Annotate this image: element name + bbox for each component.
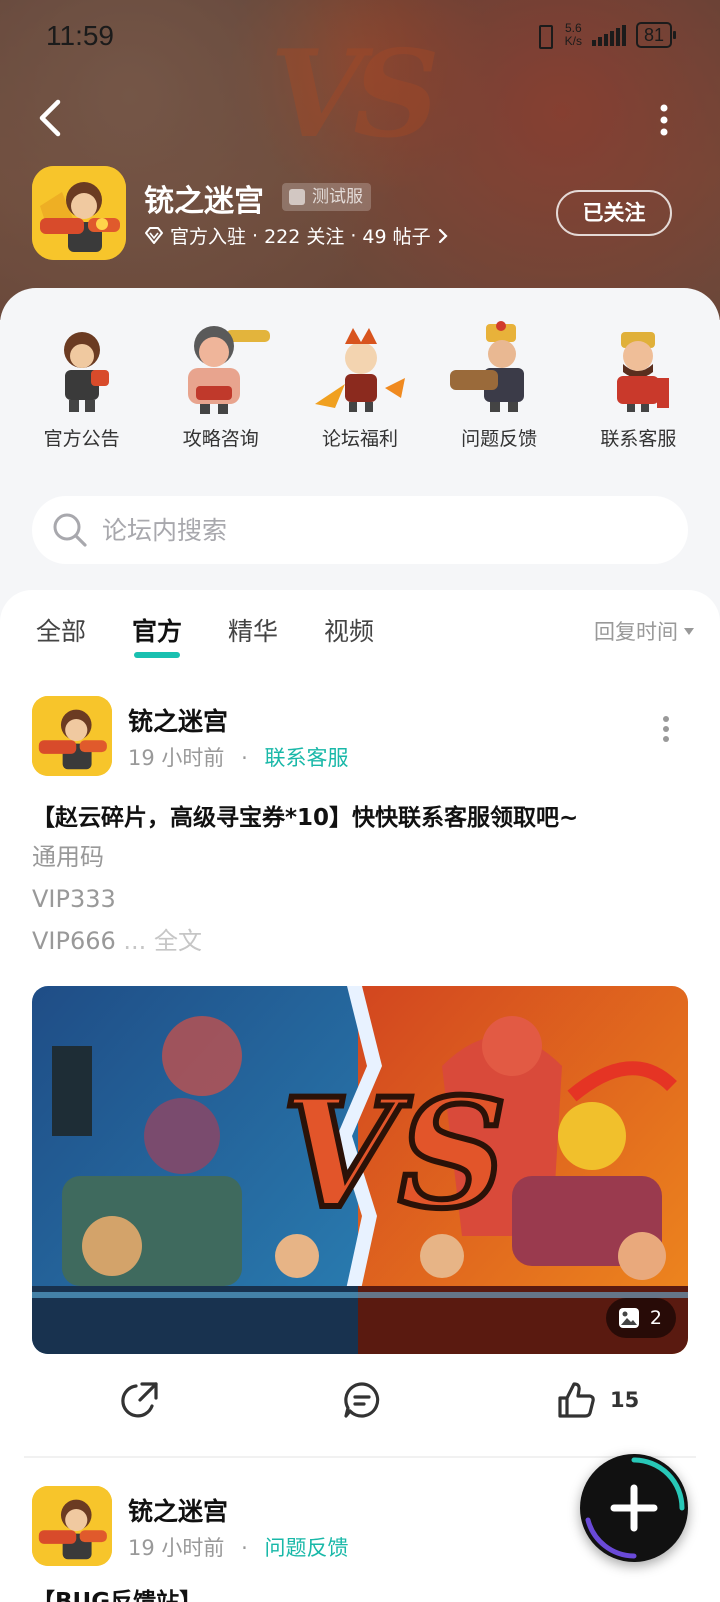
official-label: 官方入驻: [170, 226, 247, 248]
image-icon: [618, 1308, 639, 1328]
sort-label: 回复时间: [594, 620, 678, 644]
forum-banner: VS 11:59 5.6 K/s 81 铳之迷宫 测试服 官方入驻 · 222 …: [0, 0, 720, 320]
test-server-label: 测试服: [312, 187, 363, 207]
forum-search[interactable]: [32, 496, 688, 564]
tab-video[interactable]: 视频: [324, 612, 374, 658]
forum-name: 铳之迷宫: [144, 184, 264, 219]
post-image[interactable]: VS 2: [32, 986, 688, 1354]
avatar[interactable]: [32, 1486, 112, 1566]
meta-separator: ·: [241, 1536, 248, 1560]
post-body[interactable]: 通用码 VIP333 VIP666 ... 全文: [32, 836, 202, 962]
shortcut-label: 联系客服: [600, 428, 677, 450]
like-icon: [558, 1382, 595, 1418]
shortcut-feedback[interactable]: 问题反馈: [434, 318, 564, 451]
shortcut-grid: 官方公告 攻略咨询 论坛福利 问题反馈 联系客服: [0, 318, 720, 451]
post-feed: 全部 官方 精华 视频 回复时间 铳之迷宫 19 小时前 · 联系客服 【赵云碎…: [0, 590, 720, 1602]
meta-separator: ·: [350, 224, 357, 247]
chevron-right-icon: [438, 228, 448, 243]
ellipsis: ...: [123, 927, 147, 955]
more-options-button[interactable]: [654, 100, 674, 140]
post-body-line: 通用码: [32, 843, 104, 871]
feedback-character-icon: [444, 318, 554, 418]
status-bar: 11:59 5.6 K/s 81: [0, 18, 720, 58]
full-text-link[interactable]: 全文: [154, 927, 202, 955]
like-count: 15: [610, 1388, 640, 1412]
post-category[interactable]: 问题反馈: [264, 1536, 348, 1560]
back-button[interactable]: [30, 96, 74, 140]
tab-official[interactable]: 官方: [132, 612, 182, 658]
share-icon: [121, 1382, 158, 1418]
sort-dropdown[interactable]: 回复时间: [594, 616, 694, 646]
post-body-text: VIP666: [32, 927, 116, 955]
caret-down-icon: [684, 628, 694, 635]
more-vertical-icon: [660, 104, 668, 136]
post-time: 19 小时前: [128, 746, 225, 770]
plus-icon: [585, 1457, 685, 1559]
status-time: 11:59: [46, 20, 114, 51]
shortcut-label: 问题反馈: [461, 428, 538, 450]
network-speed-value: 5.6: [564, 21, 582, 35]
shortcut-customer-service[interactable]: 联系客服: [573, 318, 703, 451]
post-time: 19 小时前: [128, 1536, 225, 1560]
svg-text:VS: VS: [282, 1066, 507, 1242]
search-icon: [53, 513, 87, 547]
avatar[interactable]: [32, 696, 112, 776]
search-input[interactable]: [102, 496, 662, 564]
shortcut-strategy[interactable]: 攻略咨询: [156, 318, 286, 451]
back-arrow-icon: [39, 99, 61, 137]
shortcut-announcements[interactable]: 官方公告: [17, 318, 147, 451]
status-indicators: 5.6 K/s 81: [533, 22, 677, 49]
forum-header: 铳之迷宫 测试服 官方入驻 · 222 关注 · 49 帖子 已关注: [32, 166, 688, 262]
like-button[interactable]: 15: [556, 1378, 639, 1422]
verified-diamond-icon: [145, 226, 163, 244]
new-post-button[interactable]: [580, 1454, 688, 1562]
service-character-icon: [583, 318, 693, 418]
image-count: 2: [649, 1307, 662, 1329]
versus-artwork: VS: [32, 986, 688, 1354]
post-body-line: VIP333: [32, 885, 116, 913]
post-title[interactable]: 【BUG反馈站】: [32, 1582, 202, 1602]
shortcut-welfare[interactable]: 论坛福利: [295, 318, 425, 451]
followers-count: 222 关注: [264, 226, 345, 248]
network-speed: 5.6 K/s: [565, 22, 582, 48]
tab-featured[interactable]: 精华: [228, 612, 278, 658]
more-vertical-icon: [663, 716, 669, 742]
meta-separator: ·: [252, 224, 259, 247]
shortcut-label: 官方公告: [43, 428, 120, 450]
post-category[interactable]: 联系客服: [264, 746, 348, 770]
image-count-badge: 2: [605, 1298, 676, 1338]
meta-separator: ·: [241, 746, 248, 770]
test-server-badge: 测试服: [282, 183, 371, 211]
strategy-character-icon: [166, 318, 276, 418]
battery-indicator: 81: [635, 22, 677, 48]
code-badge-icon: [289, 189, 305, 205]
post-actions: 15: [0, 1370, 720, 1430]
post-title[interactable]: 【赵云碎片，高级寻宝券*10】快快联系客服领取吧~: [32, 798, 578, 832]
welfare-character-icon: [305, 318, 415, 418]
author-name[interactable]: 铳之迷宫: [128, 702, 228, 738]
post-body-line: VIP666 ... 全文: [32, 920, 202, 962]
shortcut-label: 论坛福利: [321, 428, 398, 450]
shortcut-label: 攻略咨询: [182, 428, 259, 450]
tab-all[interactable]: 全部: [36, 612, 86, 658]
announcement-character-icon: [27, 318, 137, 418]
forum-meta[interactable]: 官方入驻 · 222 关注 · 49 帖子: [144, 222, 449, 249]
follow-button[interactable]: 已关注: [556, 190, 672, 236]
comment-button[interactable]: [342, 1378, 382, 1422]
posts-count: 49 帖子: [362, 226, 431, 248]
vibrate-icon: [533, 23, 555, 49]
author-name[interactable]: 铳之迷宫: [128, 1492, 228, 1528]
post-meta: 19 小时前 · 联系客服: [128, 742, 348, 772]
post-meta: 19 小时前 · 问题反馈: [128, 1532, 348, 1562]
share-button[interactable]: [120, 1378, 160, 1422]
forum-logo[interactable]: [32, 166, 126, 260]
post-more-button[interactable]: [658, 714, 674, 744]
signal-icon: [591, 24, 626, 46]
feed-tabs: 全部 官方 精华 视频: [36, 612, 420, 658]
network-speed-unit: K/s: [564, 34, 582, 48]
comment-icon: [344, 1382, 380, 1418]
